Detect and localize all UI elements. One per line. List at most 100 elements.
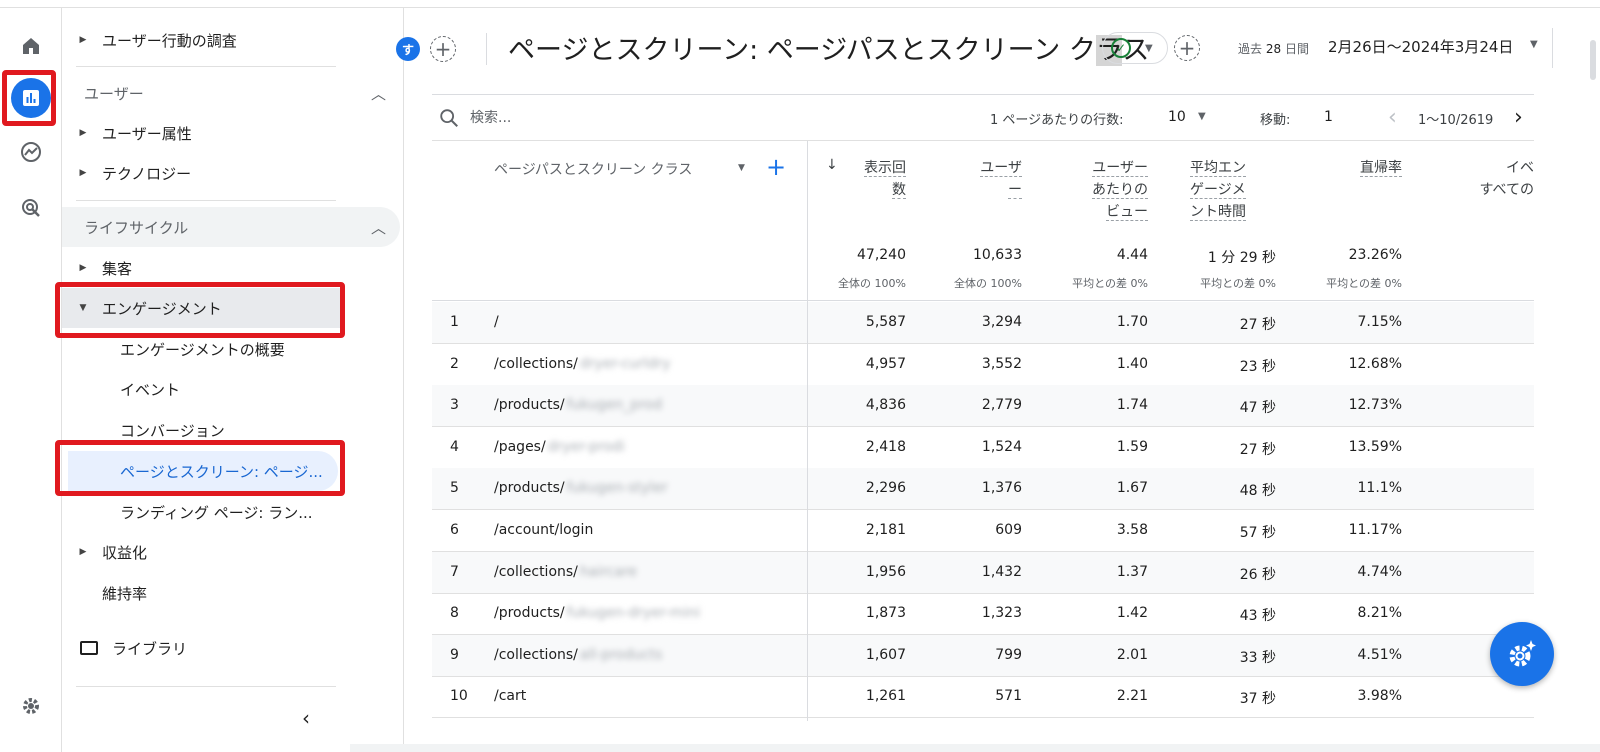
row-index: 4 [450, 438, 459, 455]
chevron-down-icon[interactable]: ▼ [738, 163, 745, 173]
bounce-rate-column-header[interactable]: 直帰率 [1332, 157, 1402, 179]
table-row[interactable]: 3/products/fukugen_prod 4,836 2,779 1.74 47 … [432, 385, 1534, 428]
caret-right-icon: ▶ [79, 128, 87, 138]
nav-item-user-attributes[interactable]: ▶ ユーザー属性 [62, 113, 192, 153]
chevron-down-icon[interactable]: ▼ [1530, 39, 1538, 50]
page-path[interactable]: /account/login [494, 522, 593, 538]
add-icon[interactable]: + [1174, 35, 1200, 61]
nav-item-events[interactable]: イベント [62, 369, 342, 409]
page-path[interactable]: /pages/dryer-prodi [494, 439, 625, 455]
engagement-time-cell: 26 秒 [1239, 566, 1276, 583]
nav-item-acquisition[interactable]: ▶ 集客 [62, 248, 132, 288]
nav-item-landing-page[interactable]: ランディング ページ: ラン... [62, 492, 342, 532]
table-row[interactable]: 9/collections/all-products 1,607 799 2.01 33… [432, 634, 1534, 677]
views-per-user-column-header[interactable]: ユーザー あたりの ビュー [1062, 157, 1148, 223]
page-path-text: /collections/ [494, 563, 578, 580]
events-column-header[interactable]: イベ すべての [1462, 157, 1534, 201]
collapse-nav-icon[interactable]: ‹ [302, 706, 310, 730]
add-dimension-icon[interactable]: + [766, 153, 786, 181]
status-dropdown[interactable]: ✓ ▼ [1102, 32, 1168, 64]
nav-item-library[interactable]: ライブラリ [62, 628, 187, 668]
settings-icon[interactable] [11, 686, 51, 726]
comparison-chip[interactable]: す [396, 37, 420, 61]
table-row[interactable]: 4/pages/dryer-prodi 2,418 1,524 1.59 27 秒 13.… [432, 427, 1534, 469]
page-path-text: /products/ [494, 605, 565, 622]
nav-item-conversions[interactable]: コンバージョン [62, 410, 342, 450]
engagement-time-cell: 27 秒 [1239, 441, 1276, 458]
page-path[interactable]: /products/fukugen-dryer-mini [494, 605, 700, 621]
table-row[interactable]: 7/collections/haircare 1,956 1,432 1.37 26 秒… [432, 551, 1534, 594]
page-path[interactable]: /collections/haircare [494, 564, 637, 580]
users-cell: 571 [995, 688, 1022, 705]
check-circle-icon: ✓ [1111, 38, 1131, 58]
page-path[interactable]: /collections/dryer-curldry [494, 356, 671, 372]
nav-section-lifecycle[interactable]: ライフサイクル ︿ [62, 207, 400, 247]
nav-item-label: ユーザー属性 [102, 124, 192, 143]
date-range[interactable]: 2月26日～2024年3月24日 [1328, 36, 1513, 57]
table-row[interactable]: 10/cart 1,261 571 2.21 37 秒 3.98% [432, 676, 1534, 719]
goto-page-input[interactable]: 1 [1324, 109, 1333, 125]
engagement-time-cell: 57 秒 [1239, 525, 1276, 541]
horizontal-scrollbar[interactable] [350, 744, 1600, 752]
redacted-path-text: fukugen-dryer-mini [566, 605, 701, 622]
nav-item-user-behavior[interactable]: ▶ ユーザー行動の調査 [62, 20, 237, 60]
reports-icon[interactable] [11, 78, 51, 118]
explore-icon[interactable] [11, 132, 51, 172]
header-line: あたりの [1092, 182, 1148, 199]
rows-per-page-label: 1 ページあたりの行数: [990, 113, 1124, 128]
engagement-time-cell: 33 秒 [1239, 649, 1276, 666]
bounce-rate-cell: 7.15% [1357, 314, 1402, 330]
dimension-column-header[interactable]: ページパスとスクリーン クラス [494, 159, 692, 179]
nav-item-engagement[interactable]: ▼ エンゲージメント [62, 288, 340, 328]
next-page-icon[interactable]: › [1514, 105, 1523, 130]
nav-item-monetization[interactable]: ▶ 収益化 [62, 532, 147, 572]
redacted-path-text: dryer-prodi [547, 438, 625, 455]
nav-item-pages-screens[interactable]: ページとスクリーン: ページ... [68, 451, 338, 491]
nav-section-user[interactable]: ユーザー ︿ [84, 73, 400, 113]
table-row[interactable]: 2/collections/dryer-curldry 4,957 3,552 1.4… [432, 344, 1534, 386]
header-line: 表示回 [864, 160, 906, 177]
nav-item-label: ライブラリ [112, 639, 188, 658]
prev-page-icon[interactable]: ‹ [1388, 105, 1397, 130]
rows-per-page-select[interactable]: 10 [1168, 109, 1186, 125]
page-path[interactable]: /products/fukugen_prod [494, 397, 662, 413]
search-input[interactable] [470, 107, 770, 129]
views-per-user-cell: 1.67 [1116, 480, 1148, 497]
nav-item-label: 収益化 [102, 543, 148, 562]
nav-item-label: エンゲージメント [102, 299, 222, 318]
users-column-header[interactable]: ユーザー [962, 157, 1022, 201]
bounce-rate-cell: 12.68% [1348, 355, 1402, 372]
views-per-user-cell: 1.40 [1116, 355, 1148, 372]
add-comparison-icon[interactable]: + [430, 36, 456, 62]
scrollbar[interactable] [1590, 40, 1596, 80]
divider [76, 66, 336, 67]
engagement-time-column-header[interactable]: 平均エン ゲージメ ント時間 [1190, 157, 1276, 223]
nav-item-engagement-overview[interactable]: エンゲージメントの概要 [62, 329, 342, 369]
page-path[interactable]: /products/fukugen-styler [494, 480, 668, 496]
home-icon[interactable] [11, 26, 51, 66]
caret-right-icon: ▶ [79, 263, 87, 273]
views-per-user-cell: 3.58 [1116, 522, 1148, 538]
caret-right-icon: ▶ [79, 547, 87, 557]
page-path-text: /products/ [494, 397, 565, 414]
header-line: ゲージメ [1190, 182, 1246, 199]
table-row[interactable]: 6/account/login 2,181 609 3.58 57 秒 11.17% [432, 510, 1534, 552]
page-path[interactable]: /collections/all-products [494, 647, 662, 663]
page-title: ページとスクリーン: ページパスとスクリーン クラス [508, 28, 1149, 67]
page-path-text: /collections/ [494, 355, 578, 372]
page-path-text: /collections/ [494, 646, 578, 663]
advertising-icon[interactable] [11, 188, 51, 228]
table-row[interactable]: 1 / 5,587 3,294 1.70 27 秒 7.15% [432, 302, 1534, 344]
chevron-down-icon[interactable]: ▼ [1198, 111, 1206, 122]
nav-item-technology[interactable]: ▶ テクノロジー [62, 153, 192, 193]
insights-fab[interactable] [1490, 622, 1554, 686]
page-path[interactable]: / [494, 314, 499, 330]
page-path[interactable]: /cart [494, 688, 526, 704]
table-row[interactable]: 8/products/fukugen-dryer-mini 1,873 1,323 1… [432, 593, 1534, 636]
row-index: 2 [450, 355, 459, 372]
views-column-header[interactable]: 表示回数 [832, 157, 906, 201]
bounce-rate-cell: 11.1% [1357, 480, 1402, 497]
nav-item-retention[interactable]: 維持率 [62, 573, 147, 613]
table-row[interactable]: 5/products/fukugen-styler 2,296 1,376 1.67 4… [432, 468, 1534, 511]
users-cell: 2,779 [981, 397, 1022, 414]
